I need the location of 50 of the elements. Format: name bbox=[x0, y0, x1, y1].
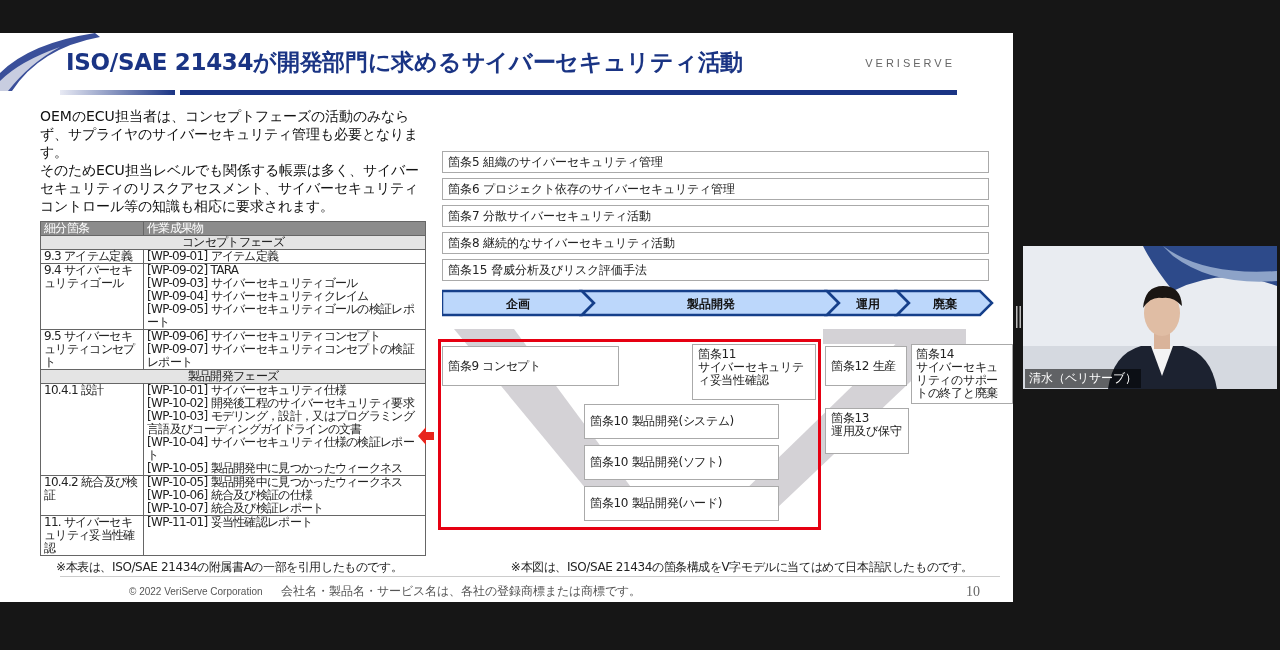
clause-box: 箇条7 分散サイバーセキュリティ活動 bbox=[442, 205, 989, 227]
table-cell-text: [WP-10-06] 統合及び検証の仕様 bbox=[147, 489, 314, 502]
table-cell-text: [WP-10-04] サイバーセキュリティ仕様の検証レポート bbox=[147, 436, 415, 462]
clause-box: 箇条10 製品開発(ソフト) bbox=[584, 445, 779, 480]
table-cell-text: [WP-10-01] サイバーセキュリティ仕様 bbox=[147, 384, 348, 397]
table-cell: 9.5 サイバーセキュリティコンセプト bbox=[40, 329, 144, 370]
column-header: 細分箇条 bbox=[40, 221, 144, 236]
table-cell-text: [WP-09-01] アイテム定義 bbox=[147, 250, 280, 263]
intro-paragraph: OEMのECU担当者は、コンセプトフェーズの活動のみならず、サプライヤのサイバーセキュリティ管理も必要となります。 bbox=[40, 107, 419, 161]
clause-box: 箇条10 製品開発(ハード) bbox=[584, 486, 779, 521]
table-cell: 9.3 アイテム定義 bbox=[40, 249, 144, 264]
figure-note: ※本図は、ISO/SAE 21434の箇条構成をV字モデルに当てはめて日本語訳したものです。 bbox=[510, 559, 973, 576]
table-cell-text: [WP-10-07] 統合及び検証レポート bbox=[147, 502, 325, 515]
participant-name: 清水（ベリサーブ） bbox=[1025, 369, 1141, 388]
table-cell-text: [WP-10-02] 開発後工程のサイバーセキュリティ要求 bbox=[147, 397, 416, 410]
table-cell: 9.4 サイバーセキュリティゴール bbox=[40, 263, 144, 330]
clause-box: 箇条11 サイバーセキュリティ妥当性確認 bbox=[692, 344, 816, 400]
copyright-text: © 2022 VeriServe Corporation bbox=[129, 586, 263, 597]
clause-box: 箇条15 脅威分析及びリスク評価手法 bbox=[442, 259, 989, 281]
table-cell-text: [WP-10-03] モデリング，設計，又はプログラミング言語及びコーディングガイドラインの文書 bbox=[147, 410, 416, 436]
phase-chevron: 廃棄 bbox=[894, 289, 994, 317]
arrow-left-icon bbox=[418, 427, 434, 445]
table-cell-text: [WP-11-01] 妥当性確認レポート bbox=[147, 516, 314, 529]
clause-box: 箇条12 生産 bbox=[825, 346, 907, 386]
slide-title: ISO/SAE 21434が開発部門に求めるサイバーセキュリティ活動 bbox=[66, 48, 743, 77]
table-cell: 10.4.2 統合及び検証 bbox=[40, 475, 144, 516]
clause-box: 箇条10 製品開発(システム) bbox=[584, 404, 779, 439]
trademark-text: 会社名・製品名・サービス名は、各社の登録商標または商標です。 bbox=[280, 583, 641, 600]
page-number: 10 bbox=[966, 583, 980, 600]
brand-logo: VERISERVE bbox=[865, 56, 955, 69]
clause-box: 箇条9 コンセプト bbox=[442, 346, 619, 386]
table-cell-text: [WP-09-07] サイバーセキュリティコンセプトの検証レポート bbox=[147, 343, 416, 369]
clause-box: 箇条8 継続的なサイバーセキュリティ活動 bbox=[442, 232, 989, 254]
clause-box: 箇条6 プロジェクト依存のサイバーセキュリティ管理 bbox=[442, 178, 989, 200]
clause-box: 箇条14 サイバーセキュリティのサポートの終了と廃棄 bbox=[911, 344, 1013, 404]
column-header: 作業成果物 bbox=[143, 221, 426, 236]
resize-handle-icon[interactable] bbox=[1016, 306, 1021, 328]
table-cell-text: [WP-09-02] TARA bbox=[147, 264, 240, 277]
table-cell-text: [WP-10-05] 製品開発中に見つかったウィークネス bbox=[147, 476, 404, 489]
table-cell-text: [WP-09-03] サイバーセキュリティゴール bbox=[147, 277, 359, 290]
intro-paragraph: そのためECU担当レベルでも関係する帳票は多く、サイバーセキュリティのリスクアセスメント、サイバーセキュリティコントロール等の知識も相応に要求されます。 bbox=[40, 161, 420, 215]
table-note: ※本表は、ISO/SAE 21434の附属書Aの一部を引用したものです。 bbox=[56, 559, 403, 576]
table-cell-text: [WP-09-04] サイバーセキュリティクレイム bbox=[147, 290, 370, 303]
table-cell-text: [WP-09-05] サイバーセキュリティゴールの検証レポート bbox=[147, 303, 415, 329]
table-cell: 11. サイバーセキュリティ妥当性確認 bbox=[40, 515, 144, 556]
clause-box: 箇条13 運用及び保守 bbox=[825, 408, 909, 454]
table-cell: 10.4.1 設計 bbox=[40, 383, 144, 476]
table-cell-text: [WP-10-05] 製品開発中に見つかったウィークネス bbox=[147, 462, 404, 475]
table-cell-text: [WP-09-06] サイバーセキュリティコンセプト bbox=[147, 330, 381, 343]
clause-box: 箇条5 組織のサイバーセキュリティ管理 bbox=[442, 151, 989, 173]
